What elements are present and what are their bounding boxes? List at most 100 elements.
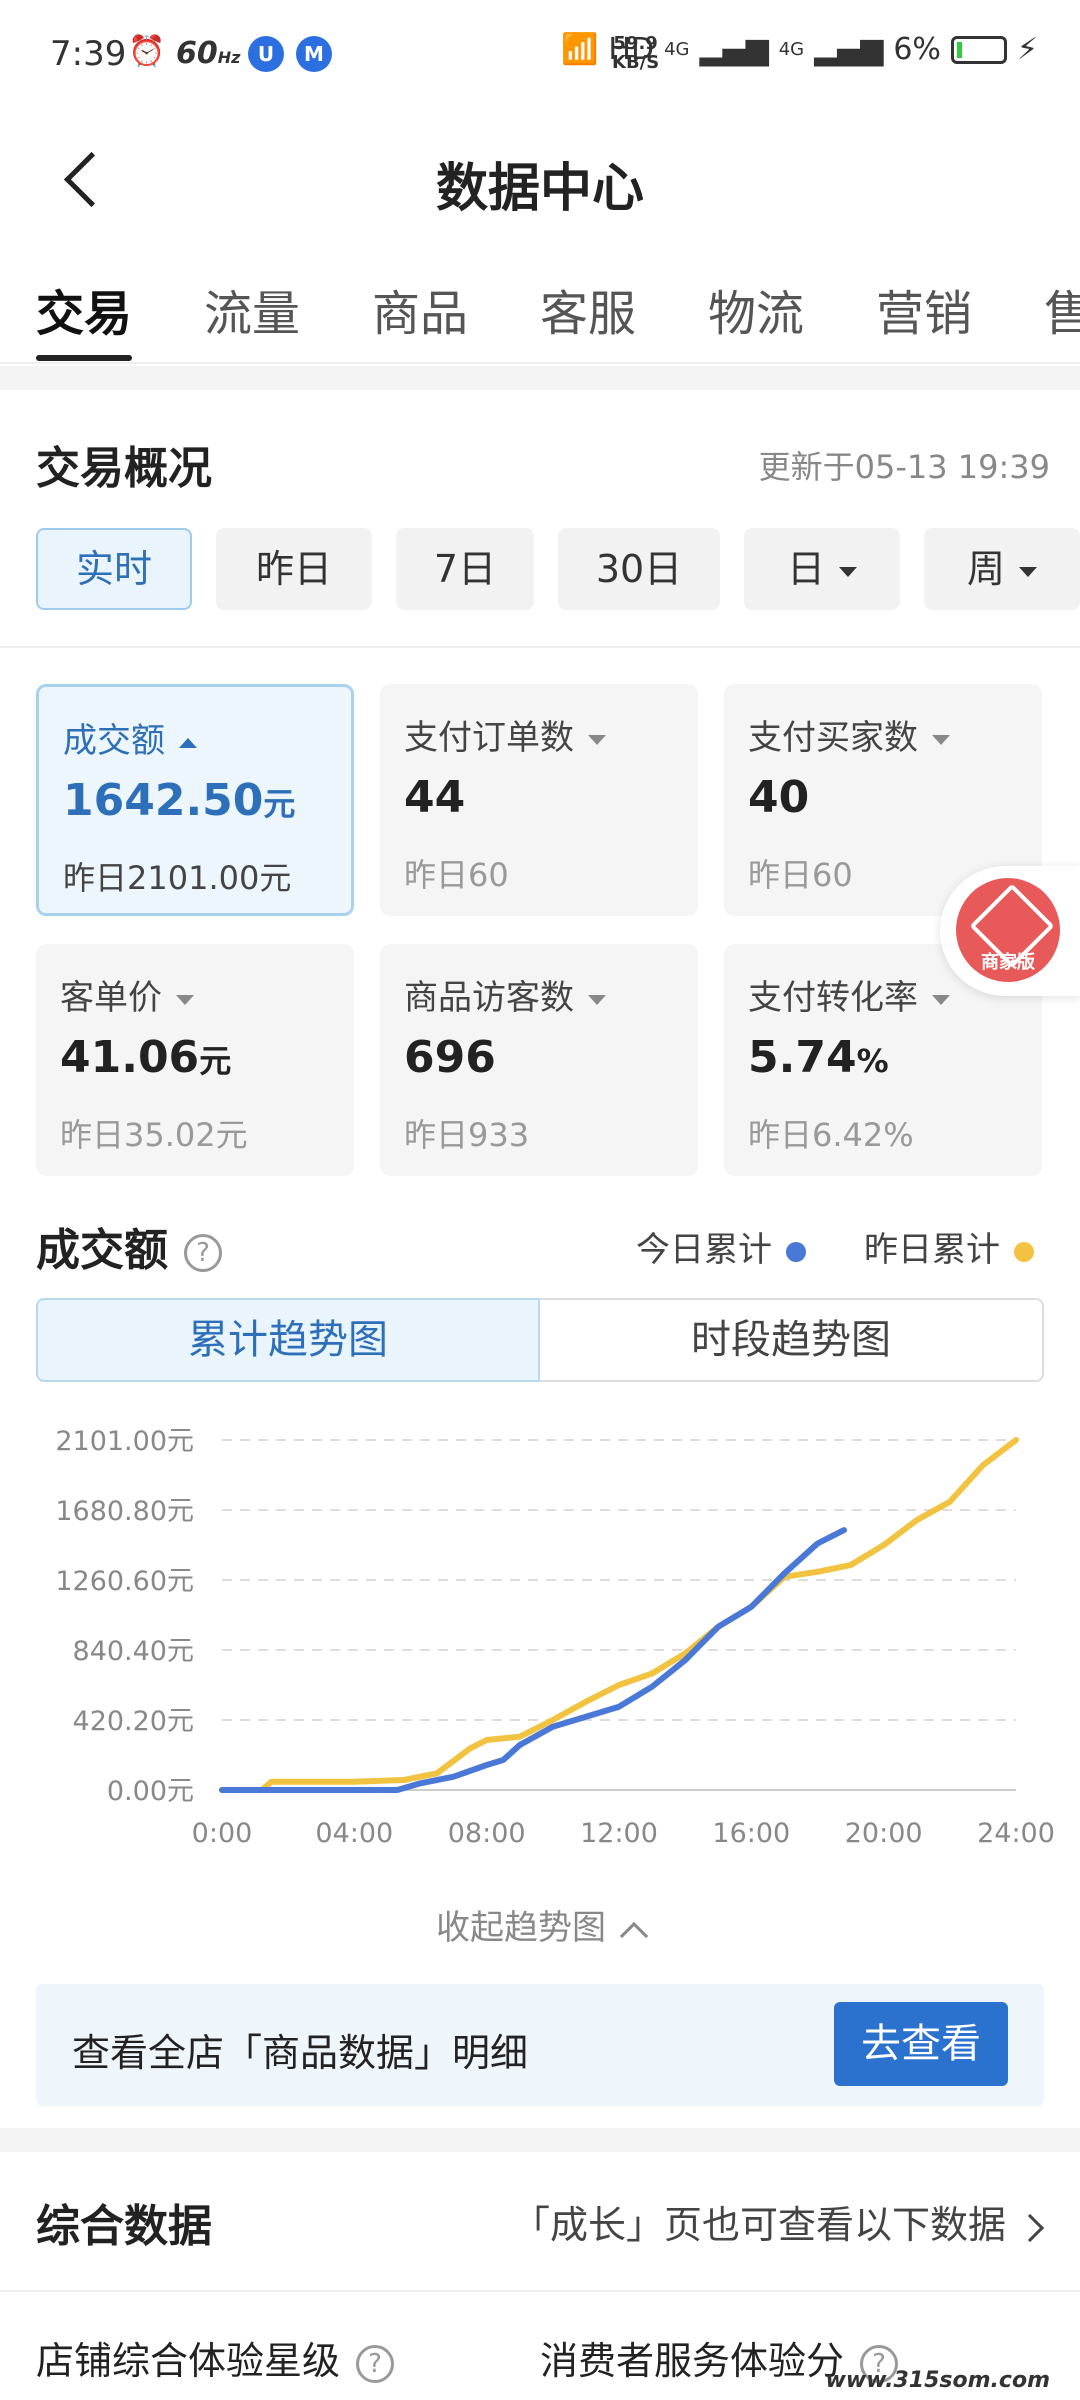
tab-logistics[interactable]: 物流 [708,274,804,344]
merchant-badge-button[interactable]: 商家版 [940,866,1080,996]
divider [0,2290,1080,2292]
charging-icon: ⚡ [1016,32,1038,67]
signal-label: 4G [664,39,690,60]
section-gap [0,2128,1080,2152]
metric-yesterday: 昨日60 [748,856,853,894]
metric-card-avg-price[interactable]: 客单价 41.06元 昨日35.02元 [36,944,354,1176]
help-icon[interactable]: ? [356,2344,395,2383]
chart-grid [222,1439,1016,1791]
y-tick-label: 1680.80元 [55,1496,194,1527]
tab-products[interactable]: 商品 [372,274,468,344]
range-7d-button[interactable]: 7日 [396,528,534,610]
x-tick-label: 24:00 [977,1818,1055,1849]
battery-percent: 6% [893,32,941,67]
chevron-right-icon [1015,2213,1045,2242]
metric-yesterday: 昨日35.02元 [60,1116,248,1154]
metric-yesterday: 昨日933 [404,1116,530,1154]
tab-after-sales[interactable]: 售 [1044,274,1080,344]
range-realtime-button[interactable]: 实时 [36,528,192,610]
seg-period-trend[interactable]: 时段趋势图 [540,1298,1044,1382]
view-button[interactable]: 去查看 [834,2002,1008,2086]
banner-text: 查看全店「商品数据」明细 [72,2031,529,2075]
legend-dot-today [786,1241,806,1262]
range-yesterday-button[interactable]: 昨日 [216,528,372,610]
status-right: 📶 HD 4G ▂▄▆ 4G ▂▄▆ 6% ⚡ [561,32,1038,67]
metric-card-visitors[interactable]: 商品访客数 696 昨日933 [380,944,698,1176]
metric-value: 41.06元 [60,1032,232,1083]
growth-page-link[interactable]: 「成长」页也可查看以下数据 [512,2194,1045,2249]
x-tick-label: 20:00 [845,1818,923,1849]
metric-card-gmv[interactable]: 成交额 1642.50元 昨日2101.00元 [36,684,354,916]
range-30d-button[interactable]: 30日 [558,528,720,610]
series-line-today [219,1527,847,1793]
metric-label: 商品访客数 [404,970,606,1019]
metric-yesterday: 昨日6.42% [748,1116,914,1154]
app-notification-icon: U [248,36,284,72]
status-bar: 7:39 ⏰ 60Hz U M 59.9 KB/S 📶 HD 4G ▂▄▆ 4G … [0,0,1080,110]
collapse-trend-button[interactable]: 收起趋势图 [0,1900,1080,1950]
series-line-yesterday [219,1437,1019,1793]
seg-cumulative-trend[interactable]: 累计趋势图 [36,1298,540,1382]
metric-value: 44 [404,772,466,823]
metric-value: 1642.50元 [63,775,296,826]
y-tick-label: 840.40元 [73,1636,194,1667]
x-axis-labels: 0:00 04:00 08:00 12:00 16:00 20:00 24:00 [192,1818,1055,1849]
chevron-down-icon [839,566,857,577]
chevron-up-icon [619,1921,649,1950]
metric-value: 696 [404,1032,496,1083]
caret-down-icon [176,994,194,1005]
category-tabs: 交易 流量 商品 客服 物流 营销 售 [0,260,1080,364]
alarm-icon: ⏰ [128,34,166,69]
tab-trade[interactable]: 交易 [36,274,132,344]
signal-label: 4G [778,39,805,60]
metric-label: 成交额 [63,713,197,762]
caret-down-icon [588,994,606,1005]
active-tab-indicator [36,355,132,361]
tab-traffic[interactable]: 流量 [204,274,300,344]
watermark: www.315som.com [825,2368,1050,2393]
app-notification-icon: M [296,36,332,72]
composite-title: 综合数据 [36,2201,212,2252]
merchant-badge-label: 商家版 [981,952,1035,973]
chevron-down-icon [1019,566,1037,577]
tab-marketing[interactable]: 营销 [876,274,972,344]
y-axis-labels: 0.00元 420.20元 840.40元 1260.60元 1680.80元 2101.… [55,1426,194,1807]
metric-label: 支付转化率 [748,970,950,1019]
metric-label: 支付订单数 [404,710,606,759]
x-tick-label: 12:00 [580,1818,658,1849]
section-gap [0,366,1080,390]
caret-down-icon [588,734,606,745]
page-title: 数据中心 [435,159,644,219]
caret-down-icon [932,994,950,1005]
metric-label: 客单价 [60,970,194,1019]
metric-yesterday: 昨日2101.00元 [63,859,292,897]
app-header: 数据中心 [0,110,1080,250]
range-day-dropdown[interactable]: 日 [744,528,900,610]
signal-icon: ▂▄▆ [699,32,769,67]
help-icon[interactable]: ? [184,1234,222,1272]
x-tick-label: 04:00 [315,1818,393,1849]
caret-down-icon [932,734,950,745]
clock: 7:39 [50,34,127,74]
tab-service[interactable]: 客服 [540,274,636,344]
chart-series [219,1437,1019,1793]
signal-icon: ▂▄▆ [814,32,884,67]
x-tick-label: 0:00 [192,1818,253,1849]
updated-time: 更新于05-13 19:39 [758,448,1050,486]
y-tick-label: 420.20元 [73,1706,194,1737]
y-tick-label: 0.00元 [107,1776,194,1807]
product-data-banner: 查看全店「商品数据」明细 去查看 [36,1984,1044,2106]
x-tick-label: 16:00 [712,1818,790,1849]
divider [0,646,1080,648]
y-tick-label: 2101.00元 [55,1426,194,1457]
metric-label: 支付买家数 [748,710,950,759]
legend-yesterday: 昨日累计 [864,1222,1034,1271]
caret-up-icon [179,737,197,748]
hd-label: HD [608,32,655,67]
legend-dot-yesterday [1014,1241,1034,1262]
metric-value: 40 [748,772,810,823]
battery-icon [950,35,1007,64]
overview-title: 交易概况 [36,443,212,494]
metric-card-orders[interactable]: 支付订单数 44 昨日60 [380,684,698,916]
range-week-dropdown[interactable]: 周 [924,528,1080,610]
